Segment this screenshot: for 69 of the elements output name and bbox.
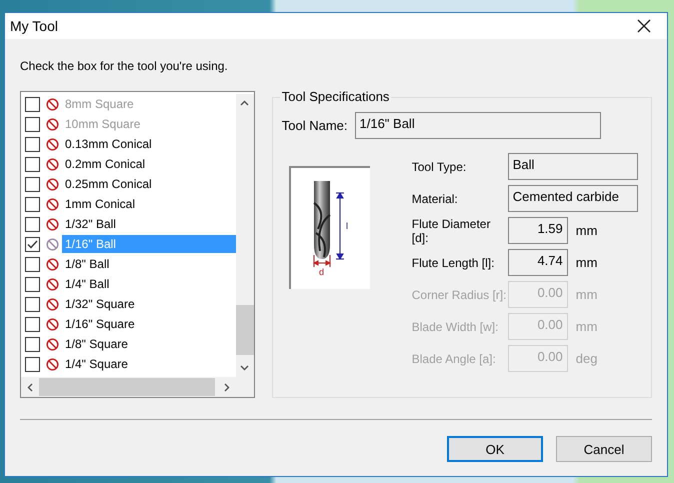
tool-list-item[interactable]: 1mm Conical [62, 195, 236, 213]
field-label: Blade Angle [a]: [412, 352, 497, 366]
prohibited-icon [46, 358, 59, 370]
scroll-down-icon[interactable] [240, 365, 250, 371]
field-label: Material: [412, 192, 459, 206]
unit-label: mm [576, 287, 598, 302]
tool-list-item[interactable]: 1/32" Ball [62, 215, 236, 233]
checkbox[interactable] [25, 296, 40, 312]
field-label: Flute Length [l]: [412, 256, 496, 270]
prohibited-icon [46, 278, 59, 290]
prohibited-icon [46, 238, 59, 250]
end-mill-drawing: l d [300, 180, 360, 276]
close-icon[interactable] [637, 19, 651, 33]
scroll-thumb[interactable] [39, 378, 215, 396]
unit-label: mm [576, 255, 598, 270]
window-title: My Tool [10, 18, 58, 34]
text-field[interactable]: Cemented carbide [508, 185, 638, 212]
vertical-scrollbar[interactable] [236, 94, 254, 377]
tool-list-item[interactable]: 1/16" Square [62, 315, 236, 333]
checkbox[interactable] [25, 176, 40, 192]
field-label: Blade Width [w]: [412, 320, 500, 334]
tool-list-item[interactable]: 1/8" Square [62, 335, 236, 353]
checkbox[interactable] [25, 236, 40, 252]
scroll-thumb[interactable] [236, 305, 254, 355]
prohibited-icon [46, 338, 59, 350]
dialog-button[interactable]: Cancel [556, 436, 652, 462]
number-field[interactable]: 1.59 [508, 217, 568, 244]
tool-list-item[interactable]: 1/32" Square [62, 295, 236, 313]
unit-label: mm [576, 319, 598, 334]
group-title: Tool Specifications [280, 89, 392, 104]
tool-list-item[interactable]: 0.2mm Conical [62, 155, 236, 173]
checkbox[interactable] [25, 276, 40, 292]
instruction-text: Check the box for the tool you're using. [20, 59, 229, 75]
scroll-right-icon[interactable] [224, 382, 230, 392]
prohibited-icon [46, 118, 59, 130]
prohibited-icon [46, 98, 59, 110]
checkbox[interactable] [25, 336, 40, 352]
text-field[interactable]: Ball [508, 153, 638, 180]
checkbox[interactable] [25, 256, 40, 272]
checkbox[interactable] [25, 136, 40, 152]
field-label: Flute Diameter [d]: [412, 216, 492, 244]
field-label: Corner Radius [r]: [412, 288, 508, 302]
checkbox[interactable] [25, 356, 40, 372]
tool-list-item[interactable]: 1/8" Ball [62, 255, 236, 273]
prohibited-icon [46, 298, 59, 310]
unit-label: mm [576, 223, 598, 238]
dialog-button[interactable]: OK [447, 436, 543, 462]
unit-label: deg [576, 351, 598, 366]
scroll-up-icon[interactable] [240, 100, 250, 106]
tool-list-item[interactable]: 1/4" Ball [62, 275, 236, 293]
field-label: Tool Name: [282, 118, 348, 133]
prohibited-icon [46, 258, 59, 270]
checkbox[interactable] [25, 216, 40, 232]
scroll-left-icon[interactable] [27, 382, 33, 392]
checkbox[interactable] [25, 196, 40, 212]
tool-name-field[interactable]: 1/16" Ball [354, 112, 600, 139]
field-label: Tool Type: [412, 160, 468, 174]
prohibited-icon [46, 158, 59, 170]
tool-list-item[interactable]: 1/4" Square [62, 355, 236, 373]
tool-list-item[interactable]: 0.13mm Conical [62, 135, 236, 153]
number-field[interactable]: 4.74 [508, 249, 568, 276]
prohibited-icon [46, 138, 59, 150]
prohibited-icon [46, 198, 59, 210]
checkbox[interactable] [25, 156, 40, 172]
checkbox[interactable] [25, 316, 40, 332]
tool-list-item[interactable]: 0.25mm Conical [62, 175, 236, 193]
prohibited-icon [46, 218, 59, 230]
prohibited-icon [46, 318, 59, 330]
prohibited-icon [46, 178, 59, 190]
